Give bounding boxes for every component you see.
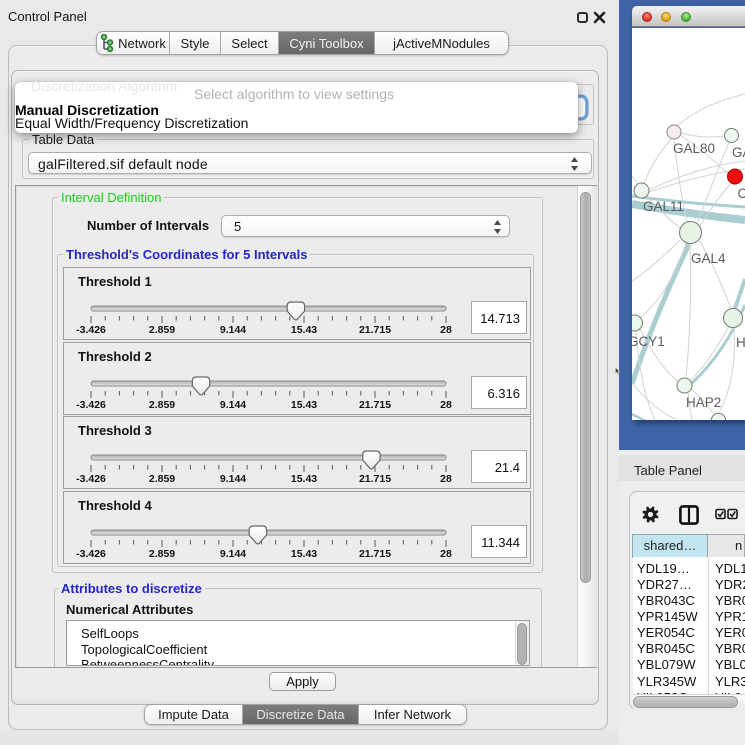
svg-text:21.715: 21.715 xyxy=(359,548,391,560)
svg-text:HAP2: HAP2 xyxy=(686,395,721,410)
svg-text:21.715: 21.715 xyxy=(359,324,391,336)
svg-text:GCY1: GCY1 xyxy=(632,334,665,349)
svg-text:-3.426: -3.426 xyxy=(76,548,106,560)
svg-text:21.715: 21.715 xyxy=(359,399,391,411)
svg-text:28: 28 xyxy=(440,399,452,411)
svg-text:15.43: 15.43 xyxy=(291,399,317,411)
svg-text:HA: HA xyxy=(736,335,745,350)
svg-text:9.144: 9.144 xyxy=(220,473,246,485)
svg-text:GAL7: GAL7 xyxy=(732,145,745,160)
svg-text:2.859: 2.859 xyxy=(149,399,175,411)
svg-text:9.144: 9.144 xyxy=(220,324,246,336)
svg-text:15.43: 15.43 xyxy=(291,548,317,560)
svg-text:28: 28 xyxy=(440,324,452,336)
svg-text:2.859: 2.859 xyxy=(149,473,175,485)
svg-text:2.859: 2.859 xyxy=(149,324,175,336)
svg-text:28: 28 xyxy=(440,548,452,560)
svg-text:28: 28 xyxy=(440,473,452,485)
svg-text:9.144: 9.144 xyxy=(220,548,246,560)
svg-text:-3.426: -3.426 xyxy=(76,399,106,411)
svg-text:GAL80: GAL80 xyxy=(673,141,715,156)
svg-text:21.715: 21.715 xyxy=(359,473,391,485)
svg-text:15.43: 15.43 xyxy=(291,473,317,485)
svg-text:-3.426: -3.426 xyxy=(76,473,106,485)
svg-text:CAL: CAL xyxy=(738,186,745,201)
svg-text:15.43: 15.43 xyxy=(291,324,317,336)
svg-text:-3.426: -3.426 xyxy=(76,324,106,336)
svg-text:GAL4: GAL4 xyxy=(691,251,726,266)
svg-text:GAL11: GAL11 xyxy=(643,199,684,214)
svg-text:2.859: 2.859 xyxy=(149,548,175,560)
svg-text:9.144: 9.144 xyxy=(220,399,246,411)
